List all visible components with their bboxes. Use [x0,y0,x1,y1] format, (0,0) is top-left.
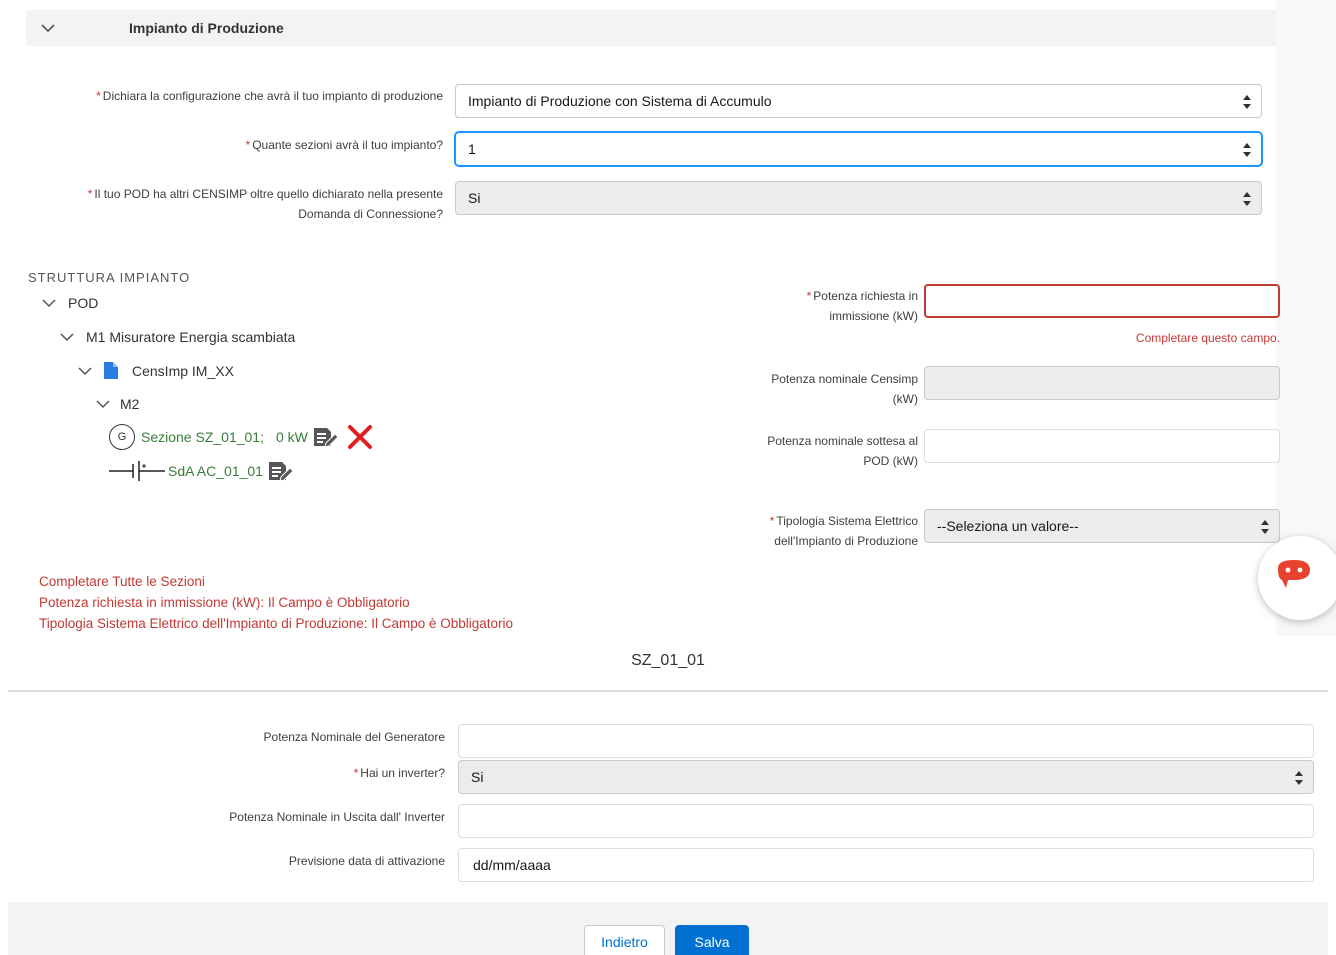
section-header[interactable]: Impianto di Produzione [26,10,1276,46]
field-error-message: Completare questo campo. [1135,331,1280,345]
chevron-down-icon[interactable] [96,397,110,411]
potenza-pod-label: Potenza nominale sottesa al POD (kW) [767,434,918,468]
potenza-censimp-input[interactable] [924,366,1280,400]
pod-select[interactable]: Si [455,181,1262,215]
divider [8,690,1328,692]
select-arrows-icon [1243,143,1251,157]
tree-node-meter[interactable]: M1 Misuratore Energia scambiata [60,329,295,345]
document-icon [104,362,118,379]
potenza-richiesta-label: * Potenza richiesta in immissione (kW) [806,289,918,323]
tree-node-storage[interactable]: SdA AC_01_01 [109,460,293,482]
tree-node-censimp[interactable]: CensImp IM_XX [78,362,234,379]
activation-date-label: Previsione data di attivazione [288,854,445,868]
activation-date-input[interactable]: dd/mm/aaaa [458,848,1314,882]
section-title: Impianto di Produzione [129,20,284,36]
gen-power-label: Potenza Nominale del Generatore [263,730,445,744]
potenza-censimp-label: Potenza nominale Censimp (kW) [771,372,918,406]
chevron-down-icon[interactable] [40,20,56,36]
gen-power-input[interactable] [458,724,1314,758]
tree-node-m2[interactable]: M2 [96,396,139,412]
footer-bar [8,902,1328,955]
storage-link[interactable]: SdA AC_01_01 [168,463,263,479]
chat-icon [1278,560,1310,588]
select-arrows-icon [1243,192,1251,206]
select-arrows-icon [1295,771,1303,785]
potenza-richiesta-input[interactable] [924,284,1280,318]
inverter-select[interactable]: Si [458,760,1314,794]
inverter-label: * Hai un inverter? [353,766,445,780]
chevron-down-icon[interactable] [60,330,74,344]
section-link[interactable]: Sezione SZ_01_01; [141,429,264,445]
edit-note-icon[interactable] [267,460,293,482]
config-label: * Dichiara la configurazione che avrà il … [96,89,443,103]
error-message: Completare Tutte le Sezioni [39,574,205,589]
save-button[interactable]: Salva [675,925,749,955]
sections-select[interactable]: 1 [455,132,1262,166]
edit-note-icon[interactable] [312,426,338,448]
tipologia-label: * Tipologia Sistema Elettrico dell'Impian… [769,514,918,548]
inverter-power-label: Potenza Nominale in Uscita dall' Inverte… [229,810,445,824]
back-button[interactable]: Indietro [584,925,665,955]
pod-label: * Il tuo POD ha altri CENSIMP oltre quell… [87,187,443,221]
tree-title: STRUTTURA IMPIANTO [28,270,191,285]
delete-icon[interactable] [346,423,374,451]
config-select[interactable]: Impianto di Produzione con Sistema di Ac… [455,84,1262,118]
inverter-power-input[interactable] [458,804,1314,838]
chat-assistant-button[interactable] [1258,536,1336,620]
section-detail-title: SZ_01_01 [631,652,705,669]
select-arrows-icon [1243,95,1251,109]
sections-label: * Quante sezioni avrà il tuo impianto? [245,138,443,152]
error-message: Tipologia Sistema Elettrico dell'Impiant… [39,616,514,631]
tree-node-pod[interactable]: POD [42,295,98,311]
potenza-pod-input[interactable] [924,429,1280,463]
tree-node-section[interactable]: G Sezione SZ_01_01; 0 kW [109,423,374,451]
generator-icon: G [109,424,135,450]
section-power: 0 kW [275,429,308,445]
select-arrows-icon [1261,520,1269,534]
chevron-down-icon[interactable] [42,296,56,310]
error-message: Potenza richiesta in immissione (kW): Il… [39,595,410,610]
tipologia-select[interactable]: --Seleziona un valore-- [924,509,1280,543]
battery-symbol-icon [109,461,165,481]
chevron-down-icon[interactable] [78,364,92,378]
errors-list: Completare Tutte le Sezioni Potenza rich… [39,571,513,634]
